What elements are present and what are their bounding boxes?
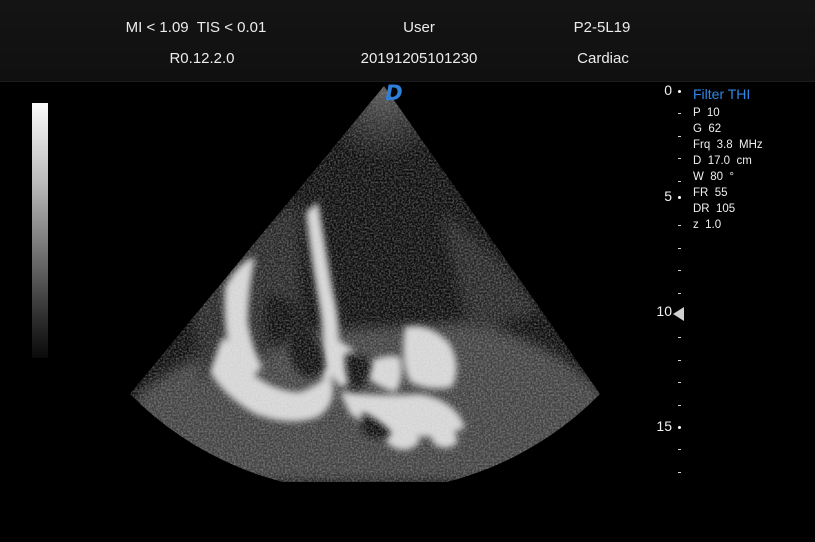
depth-label-15: 15 — [656, 418, 672, 434]
focus-marker-icon[interactable] — [673, 307, 684, 321]
depth-label-5: 5 — [664, 188, 672, 204]
depth-tick — [678, 113, 681, 114]
depth-tick — [678, 337, 681, 338]
ultrasound-image[interactable] — [0, 82, 640, 482]
software-version: R0.12.2.0 — [169, 50, 235, 67]
param-depth: D 17.0 cm — [693, 155, 752, 167]
depth-tick — [678, 248, 681, 249]
param-frame-rate: FR 55 — [693, 187, 728, 199]
param-width: W 80 ° — [693, 171, 735, 183]
param-zoom: z 1.0 — [693, 219, 722, 231]
depth-tick — [678, 181, 681, 182]
imaging-parameters: Filter THI P 10 G 62 Frq 3.8 MHz D 17.0 … — [693, 86, 763, 233]
depth-tick — [678, 158, 681, 159]
param-dynamic-range: DR 105 — [693, 203, 736, 215]
param-frequency: Frq 3.8 MHz — [693, 139, 763, 151]
depth-label-10: 10 — [656, 303, 672, 319]
depth-tick — [678, 449, 681, 450]
vendor-logo: D — [385, 81, 403, 105]
depth-tick — [678, 360, 681, 361]
exam-id: 20191205101230 — [360, 50, 478, 67]
depth-dot-5 — [678, 196, 681, 199]
depth-tick — [678, 382, 681, 383]
depth-tick — [678, 270, 681, 271]
depth-tick — [678, 472, 681, 473]
safety-indices: MI < 1.09 TIS < 0.01 — [125, 19, 267, 36]
exam-mode: Cardiac — [577, 50, 629, 67]
depth-label-0: 0 — [664, 82, 672, 98]
param-gain: G 62 — [693, 123, 722, 135]
depth-tick — [678, 136, 681, 137]
depth-tick — [678, 225, 681, 226]
depth-scale: 0 5 10 15 — [640, 82, 690, 482]
depth-dot-15 — [678, 426, 681, 429]
depth-tick — [678, 293, 681, 294]
top-info-bar: MI < 1.09 TIS < 0.01 R0.12.2.0 User 2019… — [0, 0, 815, 82]
operator-name: User — [403, 19, 435, 36]
preset-label[interactable]: Filter THI — [693, 86, 763, 103]
param-power: P 10 — [693, 107, 720, 119]
sector-scan — [130, 86, 600, 482]
depth-dot-0 — [678, 90, 681, 93]
depth-tick — [678, 405, 681, 406]
probe-name: P2-5L19 — [573, 19, 631, 36]
